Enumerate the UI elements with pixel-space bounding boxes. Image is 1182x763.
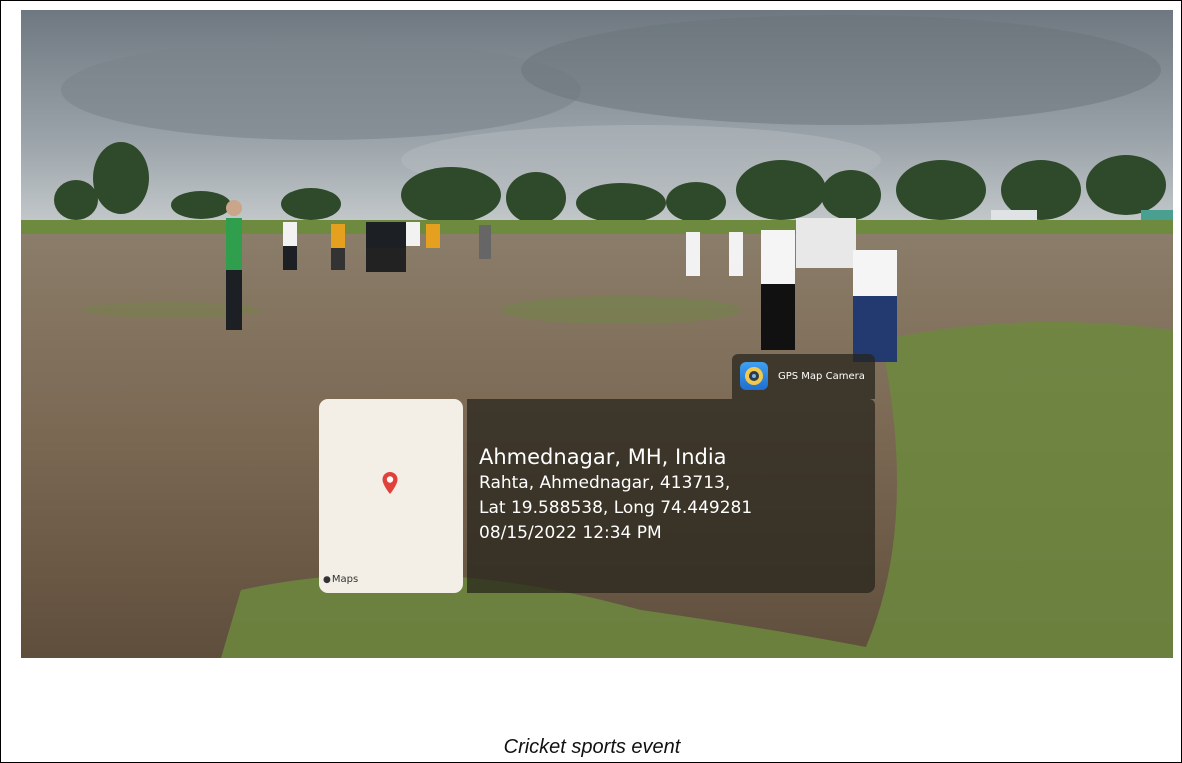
map-thumbnail: ●Maps	[319, 399, 463, 593]
location-coordinates: Lat 19.588538, Long 74.449281	[479, 498, 753, 518]
location-info-box: Ahmednagar, MH, India Rahta, Ahmednagar,…	[467, 399, 875, 593]
field-photo: ●Maps GPS Map Camera Ahmednagar, MH, Ind…	[21, 10, 1173, 658]
location-title: Ahmednagar, MH, India	[479, 445, 727, 469]
location-pin-icon	[382, 472, 398, 494]
apple-maps-label: ●Maps	[323, 574, 359, 585]
gps-camera-label: GPS Map Camera	[778, 371, 865, 382]
document-frame: ●Maps GPS Map Camera Ahmednagar, MH, Ind…	[0, 0, 1182, 763]
gps-camera-badge: GPS Map Camera	[732, 354, 875, 399]
location-address: Rahta, Ahmednagar, 413713,	[479, 473, 731, 493]
gps-map-camera-app-icon	[740, 362, 768, 390]
apple-logo-icon: ●	[323, 575, 331, 585]
figure-caption: Cricket sports event	[503, 736, 681, 758]
location-datetime: 08/15/2022 12:34 PM	[479, 523, 662, 543]
